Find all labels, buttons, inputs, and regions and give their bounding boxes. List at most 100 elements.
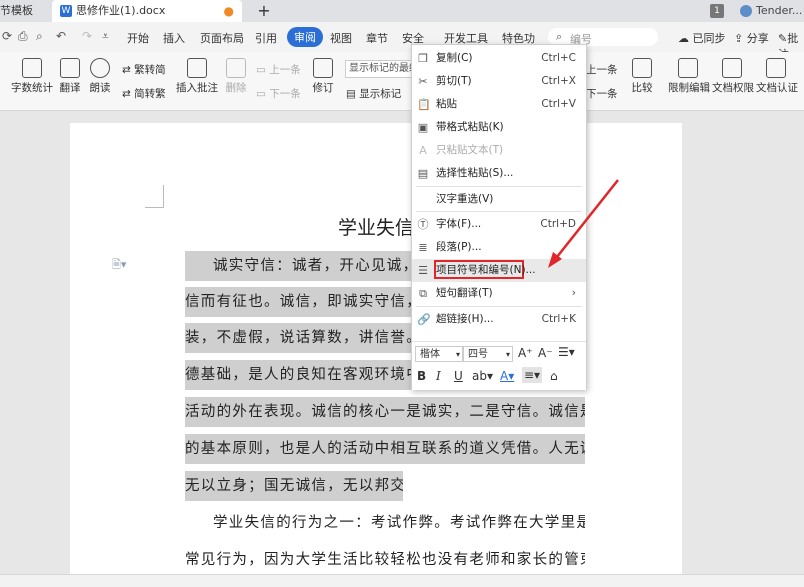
menu-home[interactable]: 开始 xyxy=(127,30,149,46)
translate-label: 翻译 xyxy=(59,82,81,94)
menu-paste-format[interactable]: ▣ 带格式粘贴(K) xyxy=(412,116,586,139)
font-name-value: 楷体 xyxy=(420,349,440,360)
font-size-value: 四号 xyxy=(468,349,488,360)
menu-page-layout[interactable]: 页面布局 xyxy=(200,30,244,46)
delete-comment-button[interactable]: 删除 xyxy=(222,58,250,95)
simp-to-trad-label: 简转繁 xyxy=(134,88,166,100)
menu-chapter[interactable]: 章节 xyxy=(366,30,388,46)
next-change-button[interactable]: 下一条 xyxy=(586,86,618,101)
link-icon: 🔗 xyxy=(417,313,431,326)
menu-separator xyxy=(416,211,582,212)
font-color-icon[interactable]: A▾ xyxy=(500,369,514,383)
redo-icon[interactable]: ↷ xyxy=(82,29,92,43)
menu-paragraph[interactable]: ≣ 段落(P)... xyxy=(412,236,586,259)
menu-copy-shortcut: Ctrl+C xyxy=(541,52,576,64)
font-size-select[interactable]: 四号 ▾ xyxy=(463,346,513,362)
document-line[interactable]: 活动的外在表现。诚信的核心一是诚实，二是守信。诚信是做人 xyxy=(185,397,585,427)
next-comment-button[interactable]: ▭ 下一条 xyxy=(256,86,301,101)
bold-icon[interactable]: B xyxy=(417,369,426,383)
status-bar xyxy=(0,574,804,587)
print-icon[interactable]: ⎙ xyxy=(18,29,28,44)
format-painter-icon[interactable]: ⌂ xyxy=(550,369,558,383)
menu-paste-special-label: 选择性粘贴(S)... xyxy=(436,167,514,179)
translate-button[interactable]: 翻译 xyxy=(55,58,85,95)
doc-permission-button[interactable]: 文档权限 xyxy=(712,58,754,95)
document-line[interactable]: 的基本原则，也是人的活动中相互联系的道义凭借。人无诚信， xyxy=(185,434,585,464)
copy-icon: ❐ xyxy=(418,52,428,65)
restrict-edit-button[interactable]: 限制编辑 xyxy=(668,58,710,95)
align-icon[interactable]: ≡▾ xyxy=(522,367,543,383)
bullet-list-icon: ☰ xyxy=(418,264,428,277)
convert-icon: ⇄ xyxy=(122,88,131,100)
print-preview-icon[interactable]: ⌕ xyxy=(36,29,43,44)
prev-change-button[interactable]: 上一条 xyxy=(586,62,618,77)
prev-comment-button[interactable]: ▭ 上一条 xyxy=(256,62,301,77)
menu-font[interactable]: Ⓣ 字体(F)... Ctrl+D xyxy=(412,213,586,236)
highlight-color-icon[interactable]: ab▾ xyxy=(472,369,493,383)
doc-certify-button[interactable]: 文档认证 xyxy=(756,58,798,95)
track-changes-button[interactable]: 修订 xyxy=(309,58,337,95)
next-change-label: 下一条 xyxy=(586,88,618,100)
document-line[interactable]: 无以立身；国无诚信，无以邦交。 xyxy=(185,471,403,501)
menu-copy[interactable]: ❐ 复制(C) Ctrl+C xyxy=(412,47,586,70)
cloud-sync-icon: ☁ xyxy=(678,32,689,45)
menu-bullets-numbering[interactable]: ☰ 项目符号和编号(N)... xyxy=(412,259,586,282)
tab-document[interactable]: W 思修作业(1).docx ● xyxy=(52,0,242,22)
next-comment-icon: ▭ xyxy=(256,88,266,100)
redo-link-icon[interactable]: ⟳ xyxy=(2,29,12,43)
menu-hyperlink[interactable]: 🔗 超链接(H)... Ctrl+K xyxy=(412,308,586,331)
trad-to-simp-button[interactable]: ⇄ 繁转简 xyxy=(122,62,166,77)
margin-corner-mark xyxy=(145,185,164,208)
ribbon-toolbar: 字数统计 翻译 朗读 ⇄ 繁转简 ⇄ 简转繁 插入批注 删除 ▭ 上一条 ▭ 下… xyxy=(0,52,804,111)
show-markup-button[interactable]: ▤ 显示标记 xyxy=(346,86,401,101)
context-menu: ❐ 复制(C) Ctrl+C ✂ 剪切(T) Ctrl+X 📋 粘贴 Ctrl+V ▣ 带格式… xyxy=(411,44,587,390)
new-tab-button[interactable]: + xyxy=(254,0,274,22)
menu-insert[interactable]: 插入 xyxy=(163,30,185,46)
underline-icon[interactable]: U xyxy=(454,369,463,383)
document-page[interactable]: 学业失信 🗎▾ 诚实守信：诚者，开心见诚，无 信而有征也。诚信，即诚实守信，是 … xyxy=(70,123,682,583)
menu-paste-format-label: 带格式粘贴(K) xyxy=(436,121,504,133)
document-area[interactable]: 学业失信 🗎▾ 诚实守信：诚者，开心见诚，无 信而有征也。诚信，即诚实守信，是 … xyxy=(0,111,804,583)
paragraph-marker-icon[interactable]: 🗎▾ xyxy=(112,256,126,275)
font-name-select[interactable]: 楷体 ▾ xyxy=(415,346,463,362)
markup-view-dropdown[interactable]: 显示标记的最终 xyxy=(345,60,418,78)
compare-button[interactable]: 比较 xyxy=(628,58,656,95)
line-spacing-icon[interactable]: ☰▾ xyxy=(558,345,575,359)
undo-icon[interactable]: ↶ xyxy=(56,29,66,43)
menu-review[interactable]: 审阅 xyxy=(287,27,323,47)
tab-template[interactable]: 节模板 xyxy=(0,0,52,22)
read-aloud-label: 朗读 xyxy=(89,82,111,94)
menu-cut[interactable]: ✂ 剪切(T) Ctrl+X xyxy=(412,70,586,93)
share-button[interactable]: ⇪ 分享 xyxy=(734,30,769,46)
menu-copy-label: 复制(C) xyxy=(436,52,473,64)
user-account[interactable]: Tender... xyxy=(740,0,802,22)
menu-paste-shortcut: Ctrl+V xyxy=(541,98,576,110)
customize-quickbar-icon[interactable]: ⩡ xyxy=(102,29,109,44)
simp-to-trad-button[interactable]: ⇄ 简转繁 xyxy=(122,86,166,101)
menu-paste-text[interactable]: A 只粘贴文本(T) xyxy=(412,139,586,162)
sync-status[interactable]: ☁ 已同步 xyxy=(678,30,726,46)
document-line[interactable]: 常见行为，因为大学生活比较轻松也没有老师和家长的管束，同 xyxy=(185,545,585,575)
mini-format-toolbar: 楷体 ▾ 四号 ▾ A⁺ A⁻ ☰▾ B I U ab▾ A▾ ≡▾ ⌂ xyxy=(412,341,586,390)
italic-icon[interactable]: I xyxy=(436,369,441,383)
document-title[interactable]: 学业失信 xyxy=(338,213,414,240)
menu-references[interactable]: 引用 xyxy=(255,30,277,46)
menu-reconvert[interactable]: 汉字重选(V) xyxy=(412,188,586,211)
window-count-badge[interactable]: 1 xyxy=(710,4,724,18)
grow-font-icon[interactable]: A⁺ xyxy=(518,346,533,360)
menu-paste[interactable]: 📋 粘贴 Ctrl+V xyxy=(412,93,586,116)
shrink-font-icon[interactable]: A⁻ xyxy=(538,346,553,360)
insert-comment-button[interactable]: 插入批注 xyxy=(176,58,218,95)
word-doc-icon: W xyxy=(60,5,72,17)
menu-paste-special[interactable]: ▤ 选择性粘贴(S)... xyxy=(412,162,586,185)
menu-view[interactable]: 视图 xyxy=(330,30,352,46)
paste-special-icon: ▤ xyxy=(417,167,429,180)
word-count-button[interactable]: 字数统计 xyxy=(8,58,56,95)
menu-translate[interactable]: ⧉ 短句翻译(T) › xyxy=(412,282,586,305)
read-aloud-button[interactable]: 朗读 xyxy=(86,58,114,95)
menu-paragraph-label: 段落(P)... xyxy=(436,241,482,253)
insert-comment-label: 插入批注 xyxy=(176,82,218,94)
menu-hyperlink-shortcut: Ctrl+K xyxy=(541,313,576,325)
document-line[interactable]: 学业失信的行为之一：考试作弊。考试作弊在大学里是一种 xyxy=(185,508,585,538)
paste-icon: 📋 xyxy=(417,98,431,111)
